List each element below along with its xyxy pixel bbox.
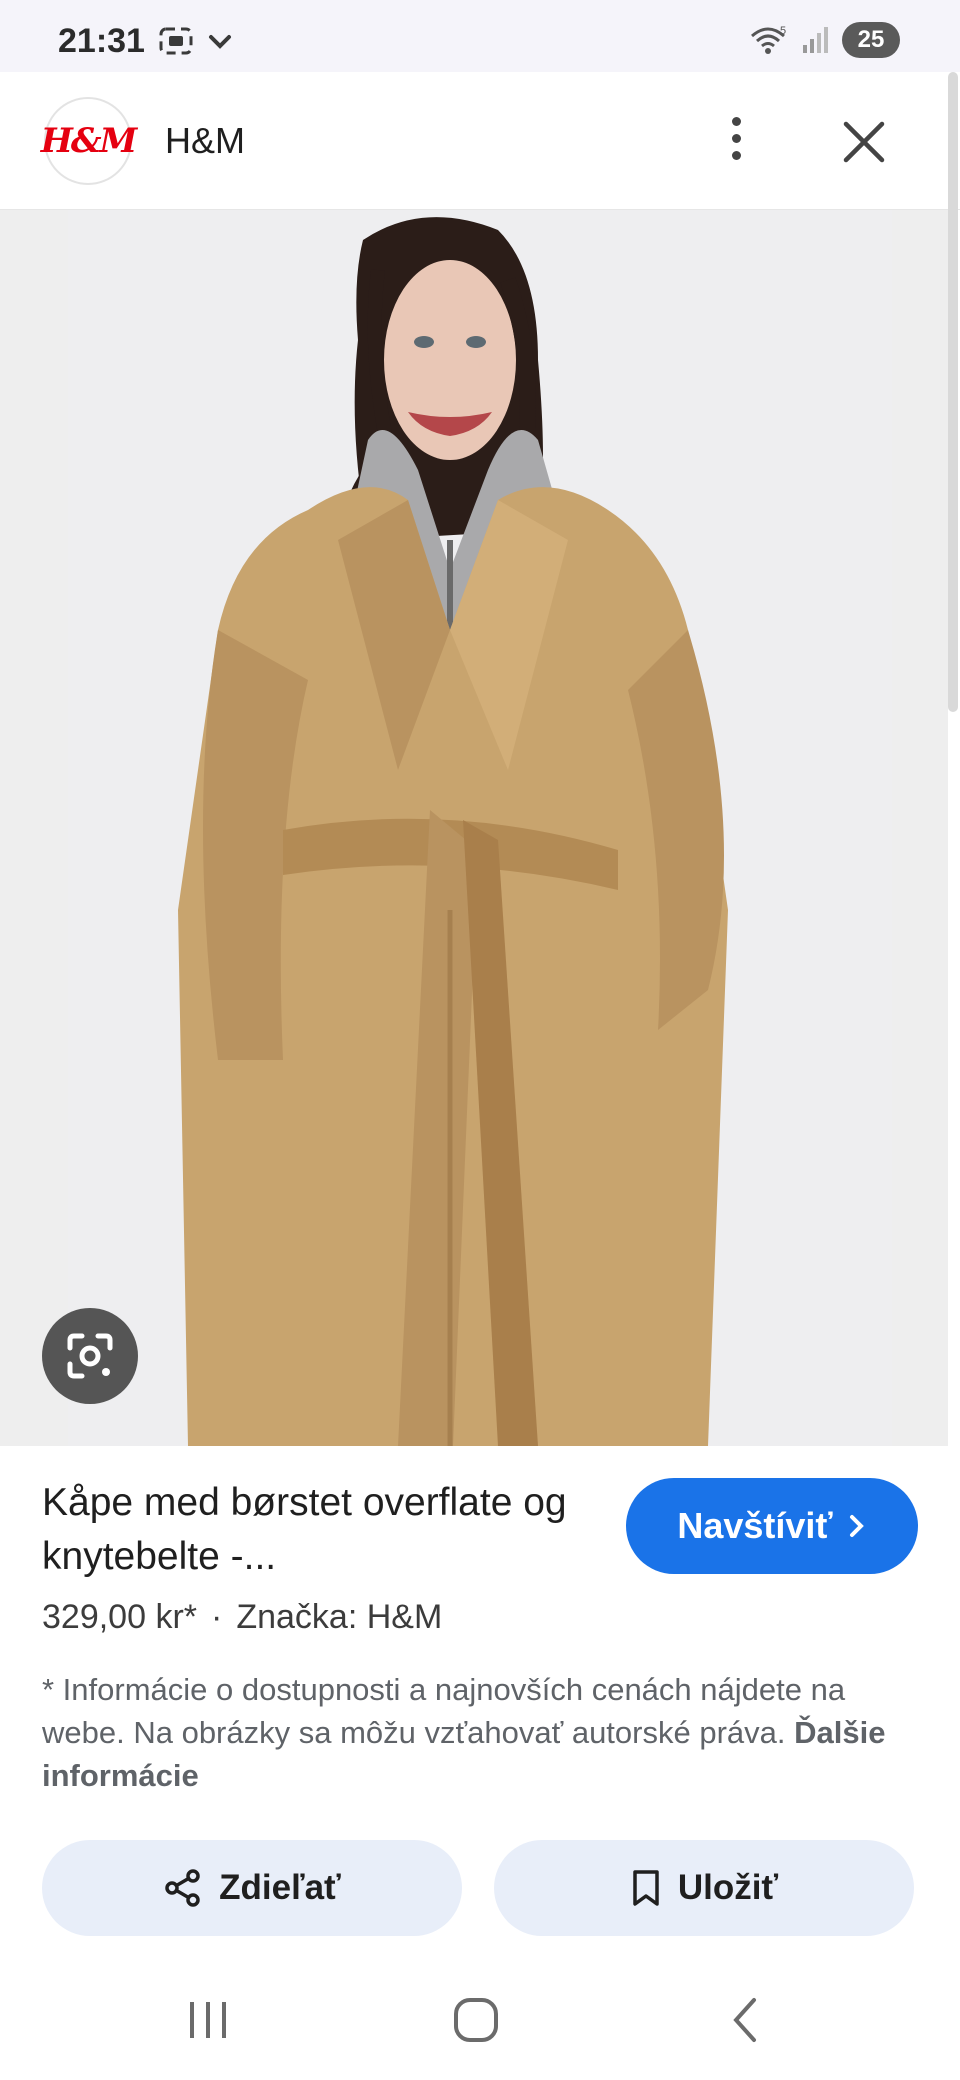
system-nav-bar <box>0 1960 960 2080</box>
disclaimer-text: * Informácie o dostupnosti a najnovších … <box>42 1668 922 1797</box>
battery-indicator: 25 <box>842 22 900 58</box>
price-separator: · <box>211 1598 223 1636</box>
chevron-down-icon <box>209 35 231 49</box>
google-lens-button[interactable] <box>42 1308 138 1404</box>
visit-button[interactable]: Navštíviť <box>626 1478 918 1574</box>
product-brand: Značka: H&M <box>236 1598 443 1636</box>
svg-text:5: 5 <box>780 25 786 37</box>
google-lens-icon <box>67 1333 113 1379</box>
share-button-label: Zdieľať <box>219 1868 341 1907</box>
status-left-icons <box>158 26 232 56</box>
brand-logo-text: H&M <box>40 121 137 161</box>
share-icon <box>165 1869 200 1907</box>
brand-logo: H&M <box>40 97 137 185</box>
share-button[interactable]: Zdieľať <box>42 1840 462 1936</box>
status-time: 21:31 <box>58 22 145 60</box>
home-icon <box>454 1998 498 2042</box>
image-area <box>0 210 948 1446</box>
home-button[interactable] <box>436 1990 516 2050</box>
recent-apps-button[interactable] <box>168 1990 248 2050</box>
more-vert-icon[interactable] <box>716 108 756 168</box>
product-price: 329,00 kr* <box>42 1598 197 1636</box>
header-title: H&M <box>165 120 245 161</box>
product-photo-illustration <box>68 210 892 1446</box>
disclaimer-body: * Informácie o dostupnosti a najnovších … <box>42 1672 846 1750</box>
chevron-right-icon <box>849 1515 864 1537</box>
visit-button-label: Navštíviť <box>677 1505 833 1546</box>
back-button[interactable] <box>706 1990 786 2050</box>
scrollbar[interactable] <box>948 72 958 712</box>
wifi-icon: 5 <box>751 25 786 54</box>
close-icon[interactable] <box>838 116 890 168</box>
save-button[interactable]: Uložiť <box>494 1840 914 1936</box>
recent-apps-icon <box>190 2002 226 2038</box>
product-title[interactable]: Kåpe med børstet overflate og knytebelte… <box>42 1476 602 1584</box>
save-button-label: Uložiť <box>677 1868 779 1907</box>
price-line: 329,00 kr* · Značka: H&M <box>42 1598 442 1637</box>
signal-icon <box>803 27 828 53</box>
status-right-icons: 5 25 <box>750 22 900 58</box>
header: H&M H&M <box>0 72 960 210</box>
product-image[interactable] <box>68 210 892 1446</box>
bookmark-icon <box>633 1870 659 1906</box>
back-icon <box>733 1998 756 2042</box>
screenshot-icon <box>159 27 193 55</box>
status-bar: 21:31 5 25 <box>0 0 960 72</box>
